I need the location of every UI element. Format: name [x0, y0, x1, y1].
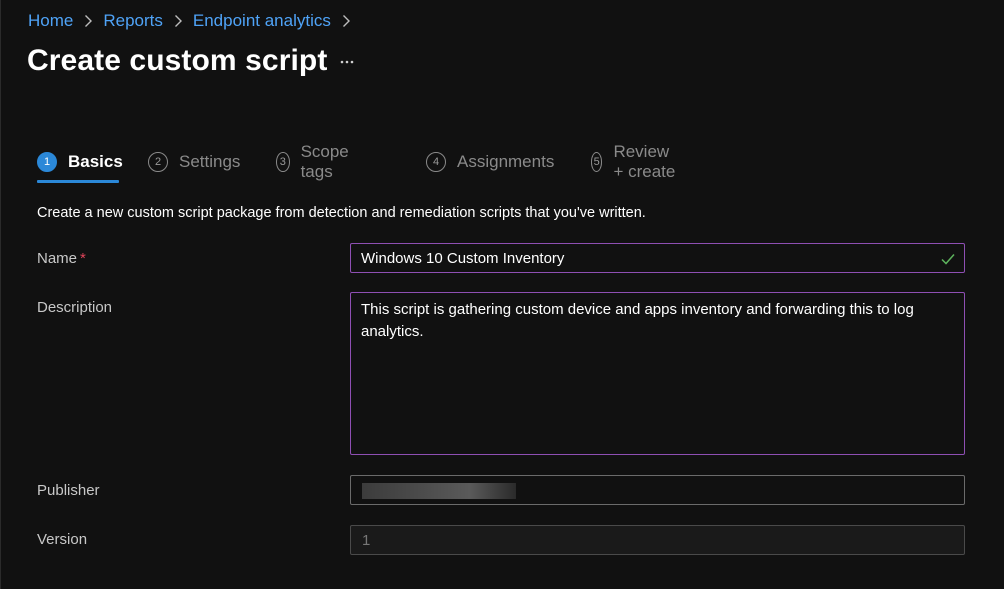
- publisher-label: Publisher: [37, 482, 100, 499]
- version-label: Version: [37, 531, 88, 548]
- tab-review-create[interactable]: 5 Review + create: [591, 142, 678, 181]
- step-label: Settings: [179, 152, 241, 171]
- chevron-right-icon: [336, 11, 356, 31]
- more-icon[interactable]: [338, 50, 358, 70]
- name-input-value: Windows 10 Custom Inventory: [361, 250, 565, 267]
- breadcrumb: Home Reports Endpoint analytics: [28, 11, 361, 31]
- redacted-publisher-value: [362, 483, 516, 499]
- description-value: This script is gathering custom device a…: [361, 301, 914, 340]
- intro-text: Create a new custom script package from …: [37, 205, 646, 221]
- required-indicator: *: [80, 250, 86, 267]
- tab-basics[interactable]: 1 Basics: [37, 147, 123, 177]
- version-input: 1: [350, 525, 965, 555]
- publisher-input[interactable]: [350, 475, 965, 505]
- breadcrumb-reports-link[interactable]: Reports: [103, 11, 163, 31]
- name-input[interactable]: Windows 10 Custom Inventory: [350, 243, 965, 273]
- step-label: Assignments: [457, 152, 555, 171]
- tab-settings[interactable]: 2 Settings: [148, 147, 240, 177]
- tab-scope-tags[interactable]: 3 Scope tags: [276, 142, 355, 181]
- description-label: Description: [37, 299, 113, 316]
- window-edge: [0, 0, 1, 589]
- breadcrumb-endpoint-analytics-link[interactable]: Endpoint analytics: [193, 11, 331, 31]
- step-number: 3: [276, 152, 290, 172]
- chevron-right-icon: [78, 11, 98, 31]
- version-value: 1: [362, 532, 371, 549]
- step-number: 1: [37, 152, 57, 172]
- name-label: Name *: [37, 250, 86, 267]
- step-label: Review + create: [613, 142, 676, 181]
- breadcrumb-home-link[interactable]: Home: [28, 11, 73, 31]
- step-label: Basics: [68, 152, 123, 171]
- active-tab-indicator: [37, 180, 119, 183]
- step-label: Scope tags: [300, 142, 349, 181]
- description-textarea[interactable]: This script is gathering custom device a…: [350, 292, 965, 455]
- step-number: 4: [426, 152, 446, 172]
- chevron-right-icon: [168, 11, 188, 31]
- name-label-text: Name: [37, 250, 78, 267]
- step-number: 2: [148, 152, 168, 172]
- tab-assignments[interactable]: 4 Assignments: [426, 147, 554, 177]
- step-number: 5: [591, 152, 603, 172]
- page-title: Create custom script: [27, 44, 328, 77]
- checkmark-icon: [940, 251, 956, 267]
